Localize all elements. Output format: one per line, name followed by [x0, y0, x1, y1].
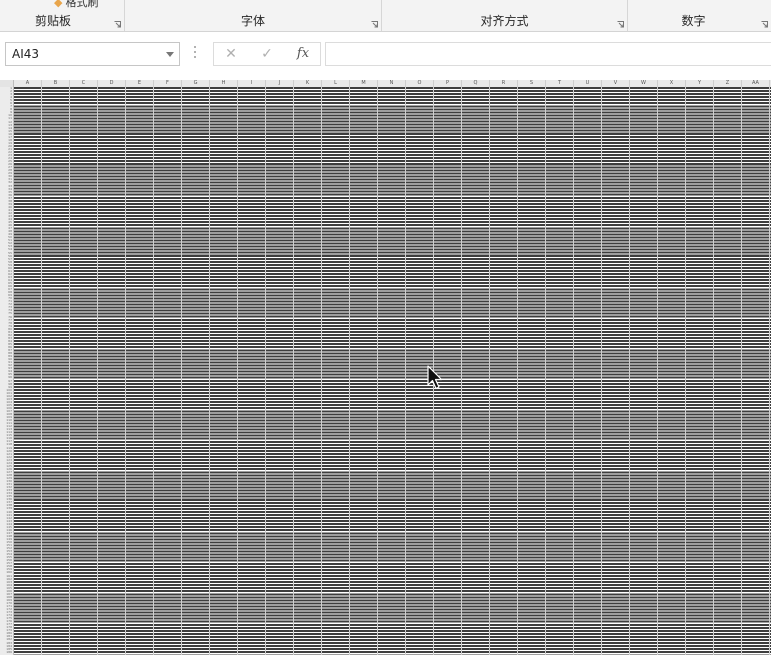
- column-header[interactable]: P: [434, 80, 462, 87]
- more-options-icon[interactable]: [193, 46, 197, 62]
- column-header[interactable]: Y: [686, 80, 714, 87]
- column-header[interactable]: N: [378, 80, 406, 87]
- formula-bar: AI43 ✕ ✓ fx: [0, 38, 771, 72]
- column-header[interactable]: Z: [714, 80, 742, 87]
- column-header[interactable]: H: [210, 80, 238, 87]
- column-header[interactable]: Q: [462, 80, 490, 87]
- column-header[interactable]: AA: [742, 80, 770, 87]
- mouse-pointer-icon: [427, 365, 443, 390]
- column-header[interactable]: W: [630, 80, 658, 87]
- clipboard-group: ◆ 格式刷 剪贴板: [0, 0, 125, 31]
- column-header[interactable]: K: [294, 80, 322, 87]
- column-header[interactable]: F: [154, 80, 182, 87]
- column-header[interactable]: J: [266, 80, 294, 87]
- dialog-launcher-icon[interactable]: [617, 21, 624, 28]
- chevron-down-icon[interactable]: [166, 52, 174, 57]
- dialog-launcher-icon[interactable]: [761, 21, 768, 28]
- column-header[interactable]: R: [490, 80, 518, 87]
- formula-input[interactable]: [325, 42, 771, 66]
- column-header[interactable]: X: [658, 80, 686, 87]
- row-header[interactable]: 186: [0, 651, 13, 654]
- column-header[interactable]: A: [14, 80, 42, 87]
- formula-buttons: ✕ ✓ fx: [213, 42, 321, 66]
- alignment-group: 对齐方式: [382, 0, 628, 31]
- column-header[interactable]: G: [182, 80, 210, 87]
- name-box-value: AI43: [12, 47, 40, 61]
- column-header[interactable]: T: [546, 80, 574, 87]
- dialog-launcher-icon[interactable]: [114, 21, 121, 28]
- column-header[interactable]: O: [406, 80, 434, 87]
- alignment-group-label: 对齐方式: [480, 14, 529, 28]
- dialog-launcher-icon[interactable]: [371, 21, 378, 28]
- column-header[interactable]: B: [42, 80, 70, 87]
- column-header[interactable]: I: [238, 80, 266, 87]
- column-header[interactable]: M: [350, 80, 378, 87]
- column-header[interactable]: E: [126, 80, 154, 87]
- clipboard-group-label: 剪贴板: [34, 14, 71, 28]
- row-headers: 1 2 3 4 5 6 7 8 9 10 11 12 13 14 15 16 17 18 19 20 21 22 23 24 2…: [0, 87, 14, 655]
- column-header[interactable]: U: [574, 80, 602, 87]
- column-header[interactable]: S: [518, 80, 546, 87]
- insert-function-icon[interactable]: fx: [292, 45, 314, 63]
- cells-area[interactable]: [14, 87, 771, 655]
- format-painter-button[interactable]: ◆ 格式刷: [54, 0, 98, 10]
- number-group-label: 数字: [681, 14, 706, 28]
- number-group: 数字: [628, 0, 771, 31]
- name-box[interactable]: AI43: [5, 42, 180, 66]
- column-header[interactable]: C: [70, 80, 98, 87]
- ribbon: ◆ 格式刷 剪贴板 字体 对齐方式 数字: [0, 0, 771, 32]
- column-header[interactable]: V: [602, 80, 630, 87]
- column-header[interactable]: D: [98, 80, 126, 87]
- format-painter-label: 格式刷: [65, 0, 99, 9]
- enter-icon[interactable]: ✓: [256, 45, 278, 63]
- font-group-label: 字体: [240, 14, 265, 28]
- column-header[interactable]: L: [322, 80, 350, 87]
- spreadsheet-grid[interactable]: A B C D E F G H I J K L M N O P Q R S T U V W X Y Z AA 1 2 3 4 5 6 7 8 9 10…: [0, 80, 771, 655]
- cancel-icon[interactable]: ✕: [220, 45, 242, 63]
- paintbrush-icon: ◆: [54, 0, 63, 9]
- select-all-corner[interactable]: [0, 80, 14, 87]
- font-group: 字体: [125, 0, 382, 31]
